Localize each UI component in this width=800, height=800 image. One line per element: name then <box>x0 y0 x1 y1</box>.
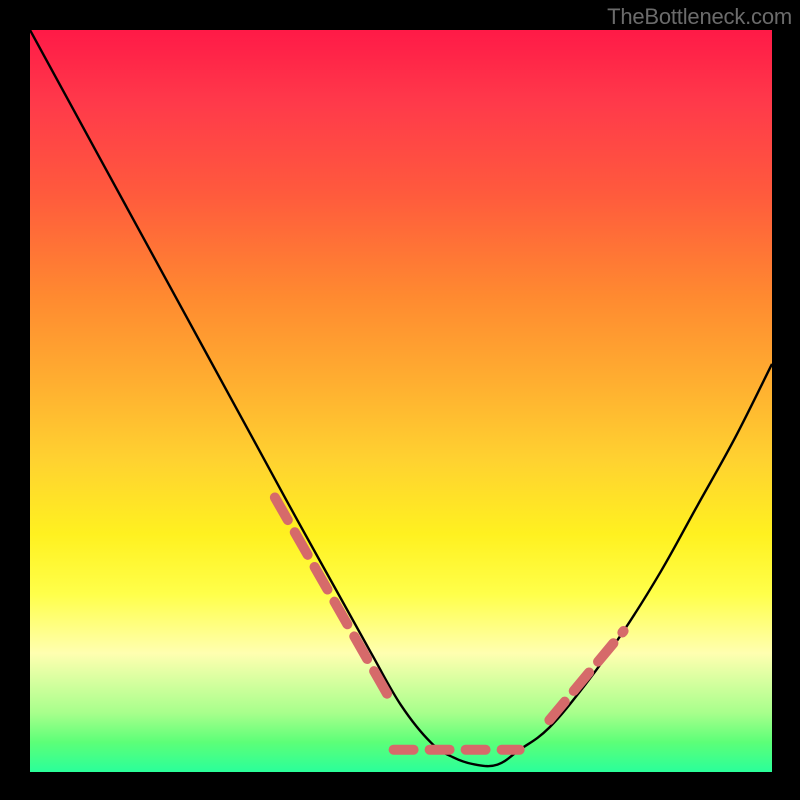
chart-frame: TheBottleneck.com <box>0 0 800 800</box>
overlay-dashes-right <box>549 631 623 720</box>
curve-layer <box>30 30 772 772</box>
main-curve <box>30 30 772 766</box>
overlay-dashes-left <box>275 498 394 706</box>
watermark-text: TheBottleneck.com <box>607 4 792 30</box>
